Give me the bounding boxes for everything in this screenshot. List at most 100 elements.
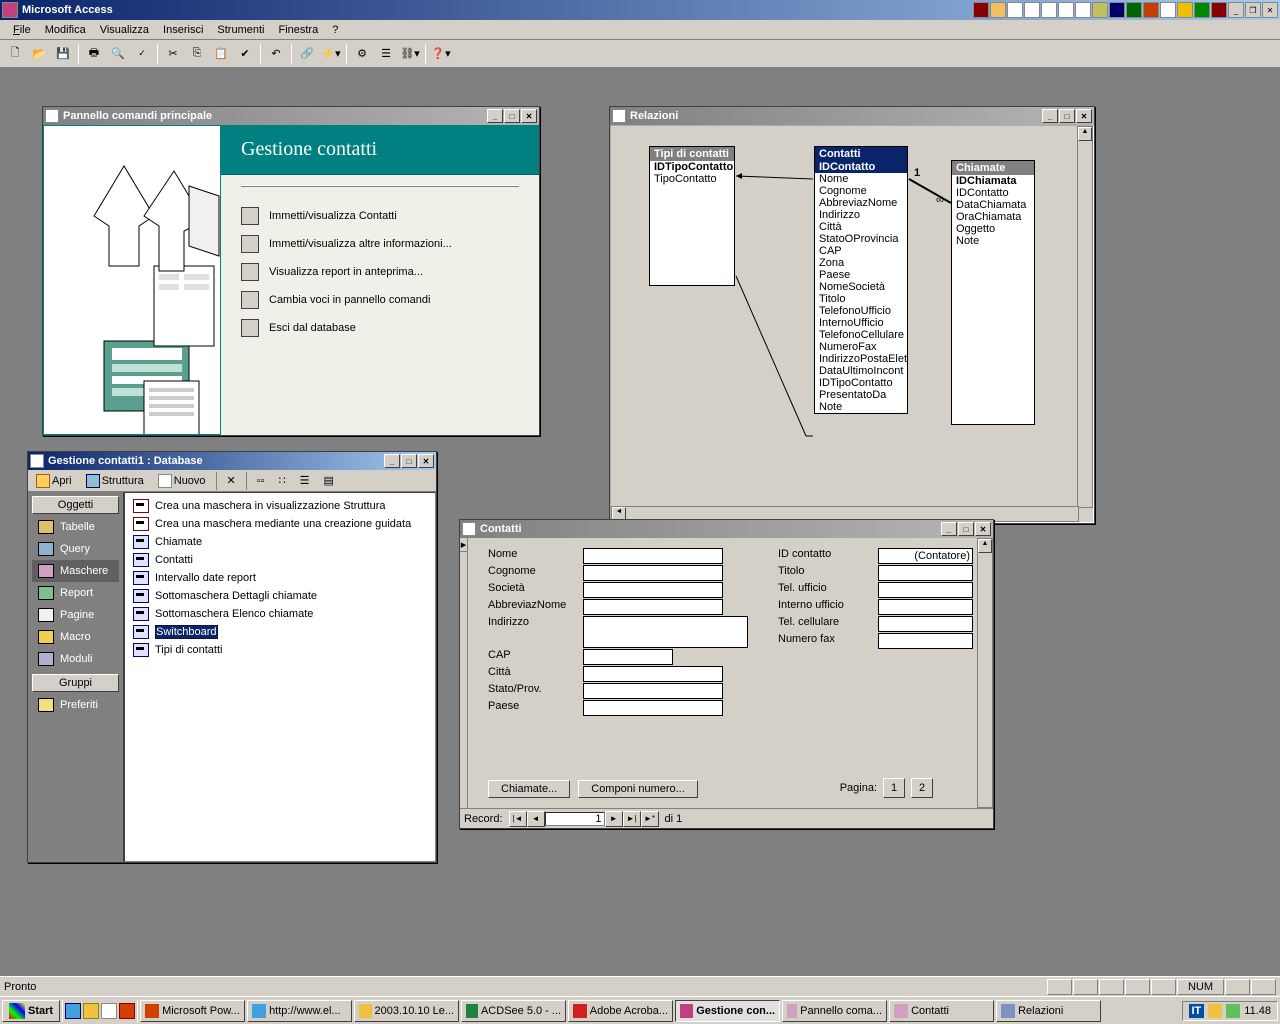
- open-icon[interactable]: 📂: [28, 43, 50, 65]
- rel-field[interactable]: IDContatto: [952, 187, 1034, 199]
- rel-field[interactable]: Note: [815, 401, 907, 413]
- minimize-icon[interactable]: _: [1042, 109, 1058, 123]
- tray-icon[interactable]: [990, 2, 1006, 18]
- paste-icon[interactable]: 📋: [210, 43, 232, 65]
- close-icon[interactable]: ✕: [1076, 109, 1092, 123]
- db-objects-header[interactable]: Oggetti: [32, 496, 119, 514]
- sidebar-moduli[interactable]: Moduli: [32, 648, 119, 670]
- sidebar-report[interactable]: Report: [32, 582, 119, 604]
- sidebar-query[interactable]: Query: [32, 538, 119, 560]
- db-nuovo[interactable]: Nuovo: [154, 473, 210, 489]
- list-item[interactable]: Chiamate: [129, 533, 431, 551]
- rel-field[interactable]: InternoUfficio: [815, 317, 907, 329]
- menu-file[interactable]: File: [6, 22, 38, 38]
- input-telcell[interactable]: [878, 616, 973, 632]
- rel-field[interactable]: NumeroFax: [815, 341, 907, 353]
- rel-field[interactable]: Cognome: [815, 185, 907, 197]
- rel-table-contatti[interactable]: Contatti IDContattoNomeCognomeAbbreviazN…: [814, 146, 908, 414]
- list-item-selected[interactable]: Switchboard: [129, 623, 431, 641]
- list-icon[interactable]: ☰: [296, 473, 314, 488]
- close-icon[interactable]: ✕: [1262, 2, 1278, 18]
- rel-table-tipi[interactable]: Tipi di contatti IDTipoContatto TipoCont…: [649, 146, 735, 286]
- rel-field[interactable]: StatoOProvincia: [815, 233, 907, 245]
- small-icons-icon[interactable]: ∷: [275, 473, 290, 488]
- vscrollbar[interactable]: ▲: [1077, 126, 1093, 508]
- record-number[interactable]: [545, 812, 605, 826]
- preview-icon[interactable]: 🔍: [107, 43, 129, 65]
- task-button[interactable]: Microsoft Pow...: [140, 1000, 245, 1022]
- tray-icon[interactable]: [1024, 2, 1040, 18]
- code-icon[interactable]: ⚙: [351, 43, 373, 65]
- task-button[interactable]: 2003.10.10 Le...: [354, 1000, 459, 1022]
- clock[interactable]: 11.48: [1244, 1005, 1271, 1017]
- database-titlebar[interactable]: Gestione contatti1 : Database _□✕: [28, 452, 436, 470]
- list-item[interactable]: Tipi di contatti: [129, 641, 431, 659]
- task-button[interactable]: Adobe Acroba...: [568, 1000, 673, 1022]
- rel-field[interactable]: Titolo: [815, 293, 907, 305]
- sidebar-preferiti[interactable]: Preferiti: [32, 694, 119, 716]
- input-abbrev[interactable]: [583, 599, 723, 615]
- sidebar-macro[interactable]: Macro: [32, 626, 119, 648]
- vscrollbar[interactable]: ▲: [977, 538, 993, 808]
- input-cognome[interactable]: [583, 565, 723, 581]
- sb-item-altre[interactable]: Immetti/visualizza altre informazioni...: [241, 235, 519, 253]
- new-record-icon[interactable]: ►*: [641, 811, 659, 827]
- tray-icon[interactable]: [1109, 2, 1125, 18]
- page-1-button[interactable]: 1: [883, 778, 905, 798]
- componi-button[interactable]: Componi numero...: [578, 780, 698, 798]
- input-titolo[interactable]: [878, 565, 973, 581]
- sb-item-report[interactable]: Visualizza report in anteprima...: [241, 263, 519, 281]
- close-icon[interactable]: ✕: [521, 109, 537, 123]
- copy-icon[interactable]: ⎘: [186, 43, 208, 65]
- rel-field[interactable]: DataUltimoIncont: [815, 365, 907, 377]
- tray-icon[interactable]: [1160, 2, 1176, 18]
- rel-field[interactable]: CAP: [815, 245, 907, 257]
- tray-icon[interactable]: [1007, 2, 1023, 18]
- tray-icon[interactable]: [1226, 1004, 1240, 1018]
- rel-field[interactable]: Paese: [815, 269, 907, 281]
- list-item[interactable]: Sottomaschera Elenco chiamate: [129, 605, 431, 623]
- start-button[interactable]: Start: [2, 1000, 60, 1022]
- rel-field[interactable]: Città: [815, 221, 907, 233]
- tray-icon[interactable]: [1075, 2, 1091, 18]
- print-icon[interactable]: 🖶: [83, 43, 105, 65]
- help-icon[interactable]: ❓▾: [430, 43, 452, 65]
- props-icon[interactable]: ☰: [375, 43, 397, 65]
- rel-table-chiamate[interactable]: Chiamate IDChiamataIDContattoDataChiamat…: [951, 160, 1035, 425]
- rel-field[interactable]: IDTipoContatto: [650, 161, 734, 173]
- list-item[interactable]: Crea una maschera mediante una creazione…: [129, 515, 431, 533]
- restore-icon[interactable]: ❐: [1245, 2, 1261, 18]
- rel-field[interactable]: Nome: [815, 173, 907, 185]
- spell-icon[interactable]: ✓: [131, 43, 153, 65]
- rel-field[interactable]: DataChiamata: [952, 199, 1034, 211]
- relazioni-canvas[interactable]: 1 ∞ Tipi di contatti IDTipoContatto Tipo…: [610, 125, 1094, 523]
- tray-icon[interactable]: [1092, 2, 1108, 18]
- list-item[interactable]: Sottomaschera Dettagli chiamate: [129, 587, 431, 605]
- menu-visualizza[interactable]: Visualizza: [93, 22, 156, 38]
- input-numfax[interactable]: [878, 633, 973, 649]
- input-interno[interactable]: [878, 599, 973, 615]
- explorer-icon[interactable]: [83, 1003, 99, 1019]
- delete-icon[interactable]: ✕: [223, 473, 240, 488]
- minimize-icon[interactable]: _: [487, 109, 503, 123]
- rel-field[interactable]: IDChiamata: [952, 175, 1034, 187]
- tray-icon[interactable]: [1058, 2, 1074, 18]
- rel-field[interactable]: TelefonoCellulare: [815, 329, 907, 341]
- save-icon[interactable]: 💾: [52, 43, 74, 65]
- sb-item-cambia[interactable]: Cambia voci in pannello comandi: [241, 291, 519, 309]
- analyze-icon[interactable]: ⚡▾: [320, 43, 342, 65]
- db-struttura[interactable]: Struttura: [82, 473, 148, 489]
- rel-field[interactable]: AbbreviazNome: [815, 197, 907, 209]
- task-button[interactable]: ACDSee 5.0 - ...: [461, 1000, 566, 1022]
- task-button[interactable]: Relazioni: [996, 1000, 1101, 1022]
- undo-icon[interactable]: ↶: [265, 43, 287, 65]
- chiamate-button[interactable]: Chiamate...: [488, 780, 570, 798]
- input-id[interactable]: [878, 548, 973, 564]
- input-nome[interactable]: [583, 548, 723, 564]
- sb-item-contatti[interactable]: Immetti/visualizza Contatti: [241, 207, 519, 225]
- rel-field[interactable]: TipoContatto: [650, 173, 734, 185]
- menu-strumenti[interactable]: Strumenti: [210, 22, 271, 38]
- outlook-icon[interactable]: [101, 1003, 117, 1019]
- large-icons-icon[interactable]: ▫▫: [253, 474, 269, 488]
- rel-field[interactable]: Note: [952, 235, 1034, 247]
